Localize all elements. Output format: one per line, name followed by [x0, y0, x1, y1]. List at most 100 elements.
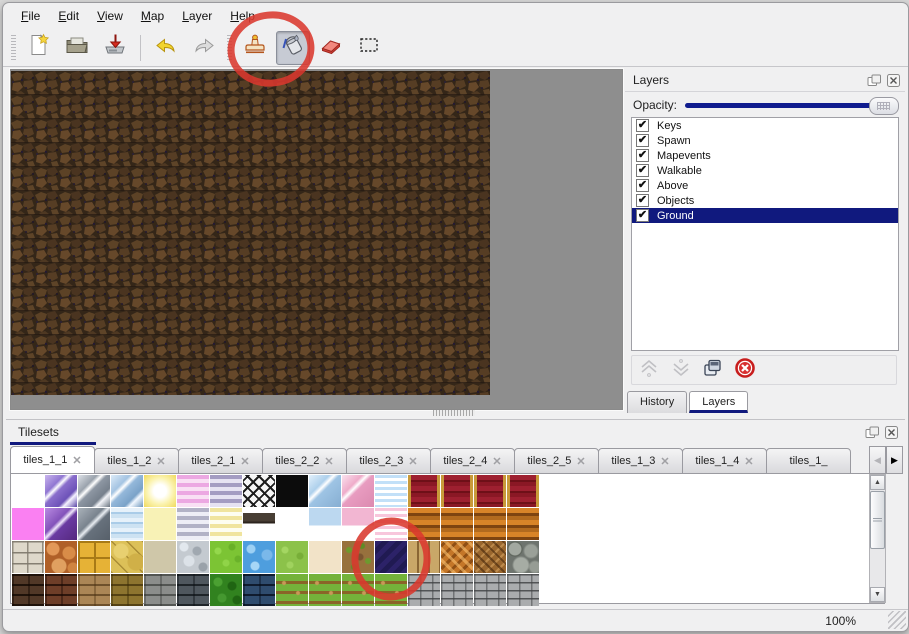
tileset-tab-close-icon[interactable]: ✕ — [492, 455, 501, 468]
dock-tab-history[interactable]: History — [627, 391, 687, 413]
tileset-tab-close-icon[interactable]: ✕ — [744, 455, 753, 468]
layer-row-ground[interactable]: ✔Ground — [632, 208, 898, 223]
tab-scroll-left-button[interactable]: ◀ — [869, 446, 886, 474]
scroll-thumb[interactable] — [870, 491, 885, 549]
tile-grass-rows[interactable] — [309, 574, 341, 606]
close-panel-icon[interactable] — [886, 74, 901, 87]
tile-glass-rose[interactable] — [342, 475, 374, 507]
fill-tool-button[interactable] — [276, 31, 310, 65]
layer-row-mapevents[interactable]: ✔Mapevents — [632, 148, 898, 163]
tile-grass-bright[interactable] — [210, 541, 242, 573]
tile-carpet-red[interactable] — [474, 475, 506, 507]
redo-button[interactable] — [187, 31, 221, 65]
tileset-tab-close-icon[interactable]: ✕ — [408, 455, 417, 468]
close-tilesets-icon[interactable] — [884, 426, 899, 439]
tile-herringbone[interactable] — [474, 541, 506, 573]
move-layer-down-icon[interactable] — [670, 357, 692, 384]
layer-visibility-checkbox[interactable]: ✔ — [636, 119, 649, 132]
tile-wall-tan[interactable] — [78, 574, 110, 606]
tileset-tab-close-icon[interactable]: ✕ — [324, 455, 333, 468]
tile-wood-orange[interactable] — [441, 508, 473, 540]
layer-visibility-checkbox[interactable]: ✔ — [636, 149, 649, 162]
tile-glass-purple-dark[interactable] — [45, 508, 77, 540]
float-tilesets-icon[interactable] — [865, 426, 880, 439]
rect-select-tool-button[interactable] — [352, 31, 386, 65]
tile-wall-redbrown[interactable] — [45, 574, 77, 606]
tile-sign-dark[interactable] — [243, 508, 275, 540]
save-button[interactable] — [98, 31, 132, 65]
layer-row-objects[interactable]: ✔Objects — [632, 193, 898, 208]
tile-dirt-grass[interactable] — [342, 541, 374, 573]
tile-carpet-red[interactable] — [408, 475, 440, 507]
tile-water-ripple[interactable] — [111, 508, 143, 540]
tile-grass-green[interactable] — [276, 541, 308, 573]
tile-stripe-thin-blue[interactable] — [375, 475, 407, 507]
tile-flagstone[interactable] — [111, 541, 143, 573]
tile-wall-darkgray[interactable] — [177, 574, 209, 606]
layer-visibility-checkbox[interactable]: ✔ — [636, 194, 649, 207]
move-layer-up-icon[interactable] — [638, 357, 660, 384]
opacity-slider-track[interactable] — [685, 103, 891, 108]
stamp-tool-button[interactable] — [238, 31, 272, 65]
tile-magenta[interactable] — [12, 508, 44, 540]
tile-stripe-gray[interactable] — [177, 508, 209, 540]
tileset-tab-tiles_1_4[interactable]: tiles_1_4✕ — [682, 448, 767, 474]
tile-wall-darkbrown[interactable] — [12, 574, 44, 606]
tileset-tab-close-icon[interactable]: ✕ — [576, 455, 585, 468]
tile-stripe-violet[interactable] — [210, 475, 242, 507]
tile-wall-olive[interactable] — [111, 574, 143, 606]
tileset-tab-tiles_1_[interactable]: tiles_1_ — [766, 448, 851, 474]
tile-plank-tan[interactable] — [408, 541, 440, 573]
toolbar-grip-2[interactable] — [227, 35, 232, 61]
tile-stripe-pale-yellow[interactable] — [210, 508, 242, 540]
layer-visibility-checkbox[interactable]: ✔ — [636, 209, 649, 222]
tile-wall-blue[interactable] — [243, 574, 275, 606]
tile-wood-orange[interactable] — [474, 508, 506, 540]
tile-wall-gray[interactable] — [144, 574, 176, 606]
layer-row-walkable[interactable]: ✔Walkable — [632, 163, 898, 178]
tileset-tab-tiles_2_3[interactable]: tiles_2_3✕ — [346, 448, 431, 474]
tile-glass-blue[interactable] — [111, 475, 143, 507]
delete-layer-icon[interactable] — [734, 357, 756, 384]
tileset-tab-tiles_1_3[interactable]: tiles_1_3✕ — [598, 448, 683, 474]
toolbar-grip[interactable] — [11, 35, 16, 61]
tile-carpet-red[interactable] — [507, 475, 539, 507]
tile-wood-orange[interactable] — [408, 508, 440, 540]
tileset-tab-tiles_2_5[interactable]: tiles_2_5✕ — [514, 448, 599, 474]
layer-row-above[interactable]: ✔Above — [632, 178, 898, 193]
tile-grass-rows[interactable] — [375, 574, 407, 606]
opacity-slider[interactable] — [685, 96, 899, 114]
menu-map[interactable]: Map — [133, 6, 172, 26]
layer-visibility-checkbox[interactable]: ✔ — [636, 134, 649, 147]
window-resize-grip[interactable] — [888, 611, 906, 629]
map-canvas[interactable] — [11, 71, 490, 395]
tile-carpet-red[interactable] — [441, 475, 473, 507]
layer-visibility-checkbox[interactable]: ✔ — [636, 164, 649, 177]
tileset-tab-close-icon[interactable]: ✕ — [660, 455, 669, 468]
tile-cobble-orange[interactable] — [45, 541, 77, 573]
menu-help[interactable]: Help — [222, 6, 263, 26]
tile-stripe-thin-pink[interactable] — [375, 508, 407, 540]
eraser-tool-button[interactable] — [314, 31, 348, 65]
tile-sand[interactable] — [309, 541, 341, 573]
tileset-tab-tiles_2_4[interactable]: tiles_2_4✕ — [430, 448, 515, 474]
tileset-tab-tiles_2_2[interactable]: tiles_2_2✕ — [262, 448, 347, 474]
tileset-tab-tiles_2_1[interactable]: tiles_2_1✕ — [178, 448, 263, 474]
tile-lattice[interactable] — [243, 475, 275, 507]
tileset-tab-tiles_1_2[interactable]: tiles_1_2✕ — [94, 448, 179, 474]
tile-pebble-gray[interactable] — [177, 541, 209, 573]
tile-brick-gray[interactable] — [441, 574, 473, 606]
tile-glow-yellow[interactable] — [144, 475, 176, 507]
tile-brick-gray[interactable] — [408, 574, 440, 606]
tile-hedge[interactable] — [210, 574, 242, 606]
menu-file[interactable]: File — [13, 6, 48, 26]
dock-tab-layers[interactable]: Layers — [689, 391, 748, 413]
tile-brick-gray[interactable] — [507, 574, 539, 606]
tileset-tab-tiles_1_1[interactable]: tiles_1_1✕ — [10, 446, 95, 474]
tab-scroll-right-button[interactable]: ▶ — [886, 446, 903, 474]
tile-navy[interactable] — [375, 541, 407, 573]
tile-grass-rows[interactable] — [342, 574, 374, 606]
tile-log-gray[interactable] — [507, 541, 539, 573]
tile-wood-orange[interactable] — [507, 508, 539, 540]
layer-row-spawn[interactable]: ✔Spawn — [632, 133, 898, 148]
